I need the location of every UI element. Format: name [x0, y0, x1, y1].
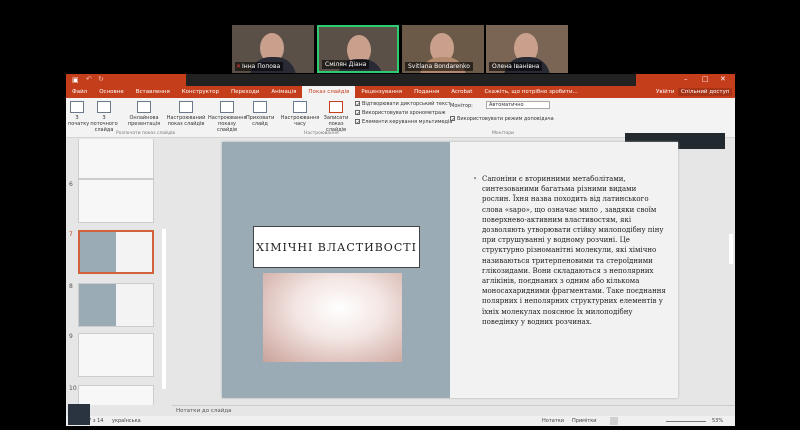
slide-number: 7	[69, 231, 73, 238]
online-present-button[interactable]: Онлайнова презентація	[124, 101, 164, 127]
setup-show-button[interactable]: Настроювання показу слайдів	[208, 101, 246, 133]
slide-scrollbar[interactable]	[729, 234, 733, 264]
tab-animations[interactable]: Анімація	[265, 86, 302, 98]
slide-canvas[interactable]: ХІМІЧНІ ВЛАСТИВОСТІ Сапоніни є вторинним…	[222, 142, 678, 398]
save-icon[interactable]: ▣	[72, 76, 79, 84]
media-controls-checkbox[interactable]: ✓ Елементи керування мультимедіа	[355, 119, 452, 126]
group-label: Монітори	[492, 131, 514, 136]
slide-thumbnail-selected[interactable]	[78, 230, 154, 274]
minimize-button[interactable]: –	[684, 75, 688, 83]
soap-foam-image[interactable]	[263, 273, 402, 362]
tab-view[interactable]: Подання	[408, 86, 445, 98]
slide-left-panel: ХІМІЧНІ ВЛАСТИВОСТІ	[222, 142, 450, 398]
notes-pane[interactable]: Нотатки до слайда	[172, 405, 735, 416]
ribbon: З початку З поточного слайда Онлайнова п…	[66, 98, 735, 138]
tab-insert[interactable]: Вставлення	[130, 86, 176, 98]
tab-file[interactable]: Файл	[66, 86, 93, 98]
video-tile[interactable]: Олена Іванівна	[486, 25, 568, 73]
rehearse-timings-button[interactable]: Настроювання часу	[280, 101, 320, 127]
custom-show-button[interactable]: Настроюваний показ слайдів	[166, 101, 206, 127]
slide-number: 8	[69, 283, 73, 290]
tab-review[interactable]: Рецензування	[355, 86, 408, 98]
status-bar: Слайд 7 з 14 українська Нотатки Примітки…	[66, 416, 735, 426]
undo-icon[interactable]: ↶	[86, 75, 92, 83]
slide-thumbnail[interactable]	[78, 385, 154, 405]
participant-name: Svitlana Bondarenko	[405, 62, 473, 71]
hidden-title	[186, 74, 636, 86]
slide-body-text[interactable]: Сапоніни є вторинними метаболітами, синт…	[473, 174, 667, 327]
group-label: Настроювання	[304, 131, 339, 136]
participant-name: Смілян Діана	[322, 60, 370, 69]
tell-me-input[interactable]: Скажіть, що потрібно зробити...	[478, 86, 583, 98]
slide-number: 9	[69, 333, 73, 340]
share-button[interactable]: Спільний доступ	[678, 88, 733, 96]
slide-thumbnail[interactable]	[78, 179, 154, 223]
hide-slide-button[interactable]: Приховати слайд	[246, 101, 274, 127]
tab-slideshow[interactable]: Показ слайдів	[302, 86, 356, 98]
zoom-slider[interactable]	[666, 421, 706, 422]
mic-muted-icon: ✕	[236, 63, 242, 70]
slide-thumbnail[interactable]	[78, 333, 154, 377]
monitor-label: Монітор:	[450, 103, 473, 109]
monitor-select[interactable]: Автоматично	[486, 101, 550, 109]
thumbnail-scrollbar[interactable]	[162, 229, 166, 389]
slide-thumbnails: 6 7 8 9 10	[66, 139, 172, 405]
signin-link[interactable]: Увійти	[656, 89, 674, 95]
timings-checkbox[interactable]: ✓ Використовувати хронометраж	[355, 110, 446, 117]
tab-home[interactable]: Основне	[93, 86, 130, 98]
ribbon-tabs: Файл Основне Вставлення Конструктор Пере…	[66, 86, 735, 98]
self-video-thumbnail	[68, 404, 90, 425]
participant-name: Інна Попова	[235, 62, 284, 71]
powerpoint-window: ▣ ↶ ↻ – □ ✕ Файл Основне Вставлення Конс…	[66, 74, 735, 426]
notes-button[interactable]: Нотатки	[542, 418, 564, 424]
video-tile[interactable]: Смілян Діана	[317, 25, 399, 73]
video-tile[interactable]: Інна Попова ✕	[232, 25, 314, 73]
maximize-button[interactable]: □	[702, 75, 709, 83]
title-bar: ▣ ↶ ↻ – □ ✕	[66, 74, 735, 86]
presenter-view-checkbox[interactable]: ✓ Використовувати режим доповідача	[450, 116, 554, 123]
from-beginning-button[interactable]: З початку	[68, 101, 89, 127]
record-show-button[interactable]: Записати показ слайдів	[318, 101, 354, 133]
participant-name: Олена Іванівна	[489, 62, 543, 71]
video-tile[interactable]: Svitlana Bondarenko	[402, 25, 484, 73]
normal-view-button[interactable]	[610, 417, 618, 425]
tab-acrobat[interactable]: Acrobat	[445, 86, 478, 98]
close-button[interactable]: ✕	[720, 75, 726, 83]
slide-title[interactable]: ХІМІЧНІ ВЛАСТИВОСТІ	[253, 226, 420, 268]
slide-thumbnail[interactable]	[78, 139, 154, 179]
slide-number: 10	[69, 385, 77, 392]
slide-number: 6	[69, 181, 73, 188]
narrations-checkbox[interactable]: ✓ Відтворювати дикторський текст	[355, 101, 451, 108]
group-label: Розпочати показ слайдів	[116, 131, 175, 136]
zoom-level[interactable]: 53%	[712, 418, 723, 424]
language-indicator[interactable]: українська	[112, 418, 141, 424]
tab-design[interactable]: Конструктор	[176, 86, 225, 98]
slide-thumbnail[interactable]	[78, 283, 154, 327]
redo-icon[interactable]: ↻	[98, 75, 104, 83]
from-current-button[interactable]: З поточного слайда	[90, 101, 118, 133]
tab-transitions[interactable]: Переходи	[225, 86, 265, 98]
comments-button[interactable]: Примітки	[572, 418, 597, 424]
